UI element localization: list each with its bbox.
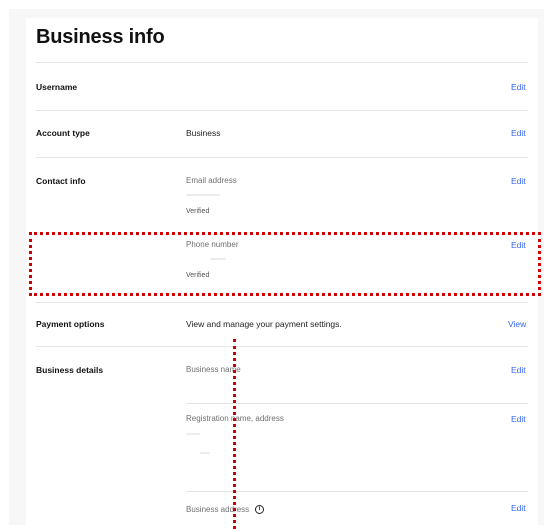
annotation-highlight-box: [29, 232, 541, 296]
business-name-edit-link[interactable]: Edit: [511, 365, 526, 375]
divider: [36, 110, 528, 111]
divider: [36, 62, 528, 63]
divider: [36, 302, 528, 303]
payment-options-view-link[interactable]: View: [508, 319, 526, 329]
divider: [36, 157, 528, 158]
username-label: Username: [36, 82, 78, 92]
redacted-registration-line: [186, 433, 200, 435]
registration-edit-link[interactable]: Edit: [511, 414, 526, 424]
divider: [186, 403, 528, 404]
business-address-edit-link[interactable]: Edit: [511, 503, 526, 513]
email-verified-status: Verified: [186, 208, 210, 215]
redacted-email: [186, 194, 220, 196]
divider: [186, 491, 528, 492]
payment-options-description: View and manage your payment settings.: [186, 319, 342, 329]
email-edit-link[interactable]: Edit: [511, 176, 526, 186]
annotation-dotted-line: [233, 339, 236, 529]
account-type-value: Business: [186, 128, 221, 138]
divider: [36, 346, 528, 347]
business-details-label: Business details: [36, 365, 104, 375]
redacted-registration-line: [200, 452, 210, 454]
username-edit-link[interactable]: Edit: [511, 82, 526, 92]
contact-info-label: Contact info: [36, 176, 86, 186]
page-title: Business info: [36, 26, 165, 48]
payment-options-label: Payment options: [36, 319, 105, 329]
email-address-label: Email address: [186, 176, 237, 185]
business-address-label: Business address: [186, 505, 250, 514]
info-icon[interactable]: i: [255, 505, 264, 514]
account-type-edit-link[interactable]: Edit: [511, 128, 526, 138]
account-type-label: Account type: [36, 128, 90, 138]
